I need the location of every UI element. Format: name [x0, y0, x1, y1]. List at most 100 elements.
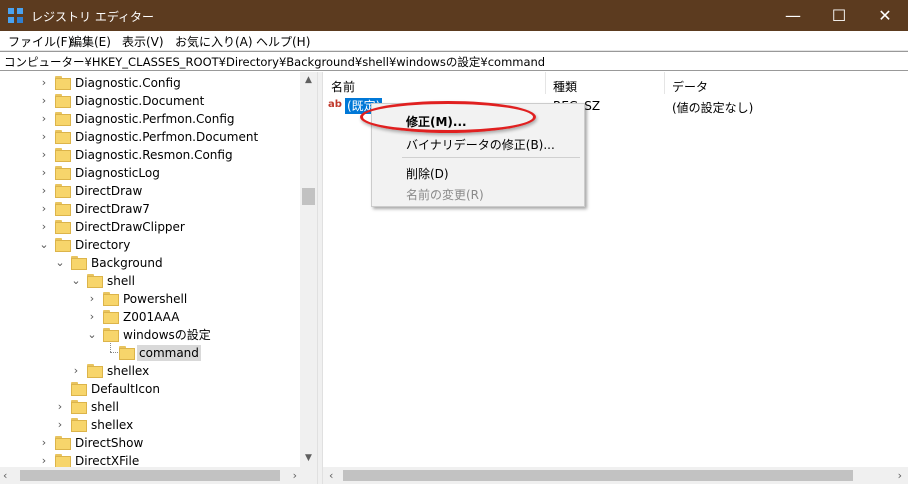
- scroll-down-icon[interactable]: ▼: [300, 450, 317, 467]
- tree-item-directory[interactable]: ⌄ Directory: [0, 236, 300, 254]
- chevron-right-icon[interactable]: ›: [38, 184, 50, 198]
- folder-icon: [55, 435, 71, 451]
- scroll-left-icon[interactable]: ‹: [329, 467, 333, 484]
- tree-item[interactable]: › DirectDrawClipper: [0, 218, 300, 236]
- chevron-right-icon[interactable]: ›: [38, 166, 50, 180]
- tree-item-label[interactable]: Diagnostic.Perfmon.Document: [73, 129, 260, 145]
- chevron-down-icon[interactable]: ⌄: [38, 238, 50, 252]
- tree-item-shell[interactable]: ⌄ shell: [0, 272, 300, 290]
- tree-item[interactable]: › Diagnostic.Perfmon.Config: [0, 110, 300, 128]
- menu-edit[interactable]: 編集(E): [70, 33, 111, 50]
- value-data[interactable]: (値の設定なし): [672, 99, 753, 116]
- column-header-name[interactable]: 名前: [331, 78, 355, 95]
- tree-vertical-scrollbar[interactable]: ▲ ▼: [300, 72, 317, 467]
- chevron-right-icon[interactable]: ›: [54, 418, 66, 432]
- tree-item-label[interactable]: Powershell: [121, 291, 189, 307]
- folder-icon: [55, 129, 71, 145]
- menu-item-delete[interactable]: 削除(D): [406, 165, 449, 182]
- tree-item-label[interactable]: windowsの設定: [121, 327, 213, 343]
- chevron-right-icon[interactable]: ›: [38, 148, 50, 162]
- chevron-right-icon[interactable]: ›: [86, 292, 98, 306]
- folder-icon: [55, 75, 71, 91]
- chevron-right-icon[interactable]: ›: [38, 76, 50, 90]
- scroll-up-icon[interactable]: ▲: [300, 72, 317, 89]
- address-path[interactable]: コンピューター¥HKEY_CLASSES_ROOT¥Directory¥Back…: [4, 54, 545, 70]
- menu-favorites[interactable]: お気に入り(A): [175, 33, 253, 50]
- chevron-right-icon[interactable]: ›: [38, 130, 50, 144]
- folder-icon: [119, 345, 135, 361]
- chevron-right-icon[interactable]: ›: [54, 400, 66, 414]
- tree-item-label[interactable]: Directory: [73, 237, 132, 253]
- tree-item-label[interactable]: Diagnostic.Perfmon.Config: [73, 111, 237, 127]
- tree-item-command[interactable]: command: [0, 344, 300, 362]
- tree-item[interactable]: › Diagnostic.Document: [0, 92, 300, 110]
- tree-item-label[interactable]: DiagnosticLog: [73, 165, 162, 181]
- tree-item-label[interactable]: shellex: [105, 363, 151, 379]
- chevron-right-icon[interactable]: ›: [38, 112, 50, 126]
- tree-item[interactable]: › shellex: [0, 416, 300, 434]
- tree-item-label[interactable]: shell: [89, 399, 121, 415]
- chevron-down-icon[interactable]: ⌄: [70, 274, 82, 288]
- tree-item[interactable]: › Diagnostic.Perfmon.Document: [0, 128, 300, 146]
- menu-view[interactable]: 表示(V): [122, 33, 164, 50]
- tree-item[interactable]: › DirectShow: [0, 434, 300, 452]
- tree-item-label[interactable]: Background: [89, 255, 165, 271]
- tree-item[interactable]: › Diagnostic.Config: [0, 74, 300, 92]
- scroll-thumb[interactable]: [20, 470, 280, 481]
- chevron-right-icon[interactable]: ›: [38, 94, 50, 108]
- chevron-right-icon[interactable]: ›: [38, 220, 50, 234]
- tree-item[interactable]: › Powershell: [0, 290, 300, 308]
- tree-item[interactable]: › Diagnostic.Resmon.Config: [0, 146, 300, 164]
- maximize-button[interactable]: ☐: [816, 0, 862, 31]
- tree-item[interactable]: › shell: [0, 398, 300, 416]
- registry-editor-icon: [8, 8, 24, 24]
- tree-item[interactable]: › shellex: [0, 362, 300, 380]
- menu-help[interactable]: ヘルプ(H): [256, 33, 310, 50]
- tree-item-label[interactable]: Diagnostic.Document: [73, 93, 206, 109]
- tree-item-windows-settings[interactable]: ⌄ windowsの設定: [0, 326, 300, 344]
- chevron-right-icon[interactable]: ›: [70, 364, 82, 378]
- tree-item-label[interactable]: DirectShow: [73, 435, 145, 451]
- menu-item-modify-binary[interactable]: バイナリデータの修正(B)...: [406, 136, 555, 153]
- column-header-type[interactable]: 種類: [553, 78, 577, 95]
- minimize-button[interactable]: —: [770, 0, 816, 31]
- chevron-right-icon[interactable]: ›: [38, 436, 50, 450]
- tree-item-label[interactable]: Z001AAA: [121, 309, 181, 325]
- tree-horizontal-scrollbar[interactable]: ‹ ›: [0, 467, 300, 484]
- chevron-right-icon[interactable]: ›: [38, 202, 50, 216]
- tree-item-label[interactable]: Diagnostic.Resmon.Config: [73, 147, 235, 163]
- chevron-right-icon[interactable]: ›: [86, 310, 98, 324]
- tree-item-label[interactable]: shellex: [89, 417, 135, 433]
- tree-item-label[interactable]: Diagnostic.Config: [73, 75, 183, 91]
- chevron-right-icon[interactable]: ›: [38, 454, 50, 468]
- tree-item-label[interactable]: command: [137, 345, 201, 361]
- close-button[interactable]: ✕: [862, 0, 908, 31]
- menu-file[interactable]: ファイル(F): [8, 33, 72, 50]
- values-horizontal-scrollbar[interactable]: ‹ ›: [323, 467, 908, 484]
- tree-item-label[interactable]: shell: [105, 273, 137, 289]
- column-header-data[interactable]: データ: [672, 78, 708, 95]
- tree-item[interactable]: › Z001AAA: [0, 308, 300, 326]
- tree-item-background[interactable]: ⌄ Background: [0, 254, 300, 272]
- tree-item[interactable]: › DiagnosticLog: [0, 164, 300, 182]
- column-divider[interactable]: [545, 72, 546, 94]
- tree-item-label[interactable]: DirectDraw7: [73, 201, 152, 217]
- tree-item-label[interactable]: DirectDrawClipper: [73, 219, 187, 235]
- menu-bar: ファイル(F) 編集(E) 表示(V) お気に入り(A) ヘルプ(H): [0, 31, 908, 51]
- tree-item-label[interactable]: DefaultIcon: [89, 381, 162, 397]
- tree-item[interactable]: DefaultIcon: [0, 380, 300, 398]
- address-bar[interactable]: コンピューター¥HKEY_CLASSES_ROOT¥Directory¥Back…: [0, 51, 908, 71]
- tree-item[interactable]: › DirectDraw: [0, 182, 300, 200]
- tree-item[interactable]: › DirectDraw7: [0, 200, 300, 218]
- column-divider[interactable]: [664, 72, 665, 94]
- chevron-down-icon[interactable]: ⌄: [54, 256, 66, 270]
- folder-icon: [103, 291, 119, 307]
- scroll-thumb[interactable]: [302, 188, 315, 205]
- tree-item-label[interactable]: DirectDraw: [73, 183, 144, 199]
- scroll-right-icon[interactable]: ›: [293, 467, 297, 484]
- scroll-thumb[interactable]: [343, 470, 853, 481]
- menu-item-rename: 名前の変更(R): [406, 188, 484, 202]
- scroll-left-icon[interactable]: ‹: [3, 467, 7, 484]
- scroll-right-icon[interactable]: ›: [898, 467, 902, 484]
- chevron-down-icon[interactable]: ⌄: [86, 328, 98, 342]
